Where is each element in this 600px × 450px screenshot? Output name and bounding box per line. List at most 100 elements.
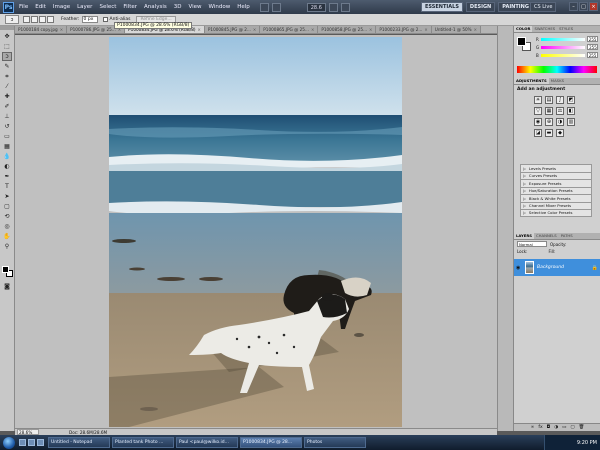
tab-document[interactable]: Untitled-1 @ 50% ×: [431, 26, 482, 33]
close-tab-icon[interactable]: ×: [60, 26, 63, 33]
list-item[interactable]: ▷ Levels Presets: [520, 164, 592, 172]
menu-3d[interactable]: 3D: [174, 4, 182, 10]
shape-tool-icon[interactable]: ▢: [2, 202, 12, 211]
eraser-tool-icon[interactable]: ▭: [2, 132, 12, 141]
close-icon[interactable]: ×: [589, 2, 598, 11]
menu-file[interactable]: File: [19, 4, 28, 10]
zoom-tool-icon[interactable]: ⚲: [2, 242, 12, 251]
tab-masks[interactable]: MASKS: [549, 78, 566, 84]
3d-orbit-tool-icon[interactable]: ◎: [2, 222, 12, 231]
brightness-contrast-icon[interactable]: ☀: [534, 96, 542, 104]
menu-edit[interactable]: Edit: [35, 4, 46, 10]
maximize-icon[interactable]: □: [579, 2, 588, 11]
taskbar-item[interactable]: Paul <paul@wilko.id...: [176, 437, 238, 448]
menu-view[interactable]: View: [188, 4, 201, 10]
close-tab-icon[interactable]: ×: [198, 26, 201, 33]
levels-icon[interactable]: ▤: [545, 96, 553, 104]
workspace-design-button[interactable]: DESIGN: [465, 2, 496, 12]
green-slider[interactable]: G 255: [536, 44, 599, 50]
red-value[interactable]: 255: [586, 36, 598, 42]
new-selection-icon[interactable]: [23, 16, 30, 23]
add-mask-icon[interactable]: ◘: [547, 425, 551, 430]
toolbox-grip[interactable]: [0, 26, 14, 30]
menu-image[interactable]: Image: [53, 4, 70, 10]
list-item[interactable]: ▷ Selective Color Presets: [520, 209, 592, 217]
red-slider[interactable]: R 255: [536, 36, 598, 42]
canvas-area[interactable]: [15, 35, 497, 428]
history-brush-tool-icon[interactable]: ↺: [2, 122, 12, 131]
list-item[interactable]: ▷ Exposure Presets: [520, 179, 592, 187]
posterize-icon[interactable]: ▥: [567, 118, 575, 126]
browser-quicklaunch-icon[interactable]: [28, 439, 35, 446]
crop-tool-icon[interactable]: ⌗: [2, 72, 12, 81]
anti-alias-checkbox[interactable]: [102, 17, 108, 22]
hand-tool-icon[interactable]: ✋: [2, 232, 12, 241]
brush-tool-icon[interactable]: ✐: [2, 102, 12, 111]
zoom-tool-icon[interactable]: [271, 2, 281, 12]
taskbar-item[interactable]: Planted tank Photo ...: [112, 437, 174, 448]
hue-saturation-icon[interactable]: ▦: [545, 107, 553, 115]
subtract-selection-icon[interactable]: [39, 16, 46, 23]
zoom-level-field[interactable]: 28.6: [306, 2, 326, 12]
close-tab-icon[interactable]: ×: [369, 26, 372, 33]
layer-style-icon[interactable]: fx: [538, 425, 542, 430]
lasso-tool-icon[interactable]: ↄ: [2, 52, 12, 61]
new-adjustment-layer-icon[interactable]: ◑: [554, 425, 558, 430]
type-tool-icon[interactable]: T: [2, 182, 12, 191]
invert-icon[interactable]: ◑: [556, 118, 564, 126]
menu-filter[interactable]: Filter: [123, 4, 137, 10]
media-quicklaunch-icon[interactable]: [37, 439, 44, 446]
pen-tool-icon[interactable]: ✒: [2, 172, 12, 181]
feather-input[interactable]: 0 px: [81, 16, 98, 23]
tab-paths[interactable]: PATHS: [559, 233, 575, 239]
close-tab-icon[interactable]: ×: [424, 26, 427, 33]
workspace-essentials-button[interactable]: ESSENTIALS: [421, 2, 463, 12]
add-selection-icon[interactable]: [31, 16, 38, 23]
menu-analysis[interactable]: Analysis: [144, 4, 167, 10]
foreground-color-swatch[interactable]: [2, 266, 9, 273]
photo-filter-icon[interactable]: ◉: [534, 118, 542, 126]
start-button[interactable]: [3, 436, 15, 449]
minimize-icon[interactable]: –: [569, 2, 578, 11]
menu-help[interactable]: Help: [237, 4, 250, 10]
exposure-icon[interactable]: ◩: [567, 96, 575, 104]
link-layers-icon[interactable]: ∞: [531, 425, 535, 430]
tab-color[interactable]: COLOR: [514, 26, 533, 32]
tab-document[interactable]: P1000845.JPG @ 2... ×: [204, 26, 261, 33]
close-tab-icon[interactable]: ×: [311, 26, 314, 33]
list-item[interactable]: ▷ Channel Mixer Presets: [520, 201, 592, 209]
quick-mask-icon[interactable]: ◙: [2, 282, 12, 291]
blur-tool-icon[interactable]: 💧: [2, 152, 12, 161]
new-group-icon[interactable]: ▭: [562, 425, 566, 430]
move-tool-icon[interactable]: ✥: [2, 32, 12, 41]
screen-mode-icon[interactable]: [340, 2, 350, 12]
menu-select[interactable]: Select: [99, 4, 116, 10]
tab-adjustments[interactable]: ADJUSTMENTS: [514, 78, 549, 84]
hand-tool-icon[interactable]: [259, 2, 269, 12]
tab-document[interactable]: P1000865.JPG @ 25... ×: [260, 26, 319, 33]
cs-live-button[interactable]: CS Live: [530, 2, 557, 12]
new-layer-icon[interactable]: ▢: [570, 425, 574, 430]
black-white-icon[interactable]: ◧: [567, 107, 575, 115]
tab-document[interactable]: P1000233.JPG @ 2... ×: [376, 26, 432, 33]
menu-layer[interactable]: Layer: [77, 4, 92, 10]
close-tab-icon[interactable]: ×: [253, 26, 256, 33]
tab-document[interactable]: P1000184 copy.jpg ×: [15, 26, 68, 33]
path-selection-tool-icon[interactable]: ➤: [2, 192, 12, 201]
arrange-documents-icon[interactable]: [328, 2, 338, 12]
show-desktop-icon[interactable]: [19, 439, 26, 446]
list-item[interactable]: ▷ Curves Presets: [520, 171, 592, 179]
document-image[interactable]: [109, 37, 402, 427]
close-tab-icon[interactable]: ×: [474, 26, 477, 33]
blend-mode-select[interactable]: Normal: [517, 241, 547, 247]
clock[interactable]: 9:20 PM: [577, 440, 597, 446]
tab-styles[interactable]: STYLES: [557, 26, 575, 32]
blue-value[interactable]: 255: [586, 52, 598, 58]
gradient-map-icon[interactable]: ▬: [545, 129, 553, 137]
threshold-icon[interactable]: ◪: [534, 129, 542, 137]
color-spectrum[interactable]: [517, 66, 597, 73]
channel-mixer-icon[interactable]: ⊕: [545, 118, 553, 126]
green-value[interactable]: 255: [587, 44, 599, 50]
3d-rotate-tool-icon[interactable]: ⟲: [2, 212, 12, 221]
tab-layers[interactable]: LAYERS: [514, 233, 534, 239]
